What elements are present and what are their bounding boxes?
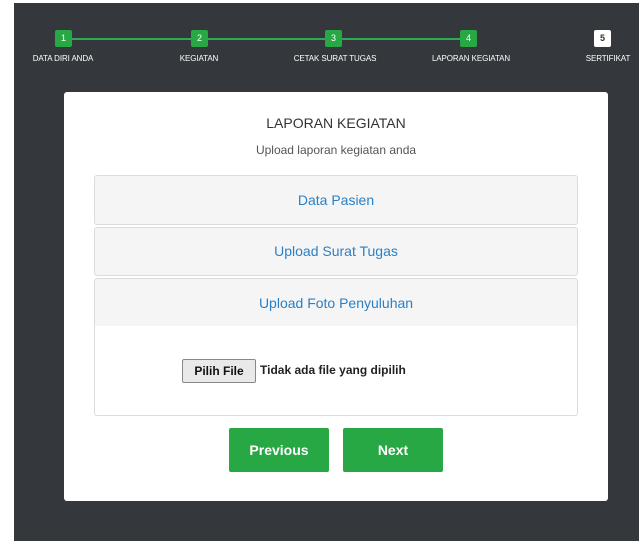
file-status-text: Tidak ada file yang dipilih	[260, 363, 406, 377]
panel-upload-surat-tugas[interactable]: Upload Surat Tugas	[94, 227, 578, 276]
choose-file-button[interactable]: Pilih File	[182, 359, 256, 383]
previous-button[interactable]: Previous	[229, 428, 329, 472]
step-1-label: DATA DIRI ANDA	[32, 54, 94, 63]
panel-data-pasien[interactable]: Data Pasien	[94, 175, 578, 225]
step-2-label: KEGIATAN	[179, 54, 219, 63]
step-4-indicator: 4	[460, 30, 477, 47]
step-2-indicator: 2	[191, 30, 208, 47]
panel-upload-surat-tugas-label[interactable]: Upload Surat Tugas	[274, 243, 398, 259]
step-4-label: LAPORAN KEGIATAN	[431, 54, 511, 63]
upload-foto-panel-body: Pilih File Tidak ada file yang dipilih	[94, 326, 578, 416]
step-1-indicator: 1	[55, 30, 72, 47]
card-title: LAPORAN KEGIATAN	[266, 115, 406, 131]
panel-data-pasien-label[interactable]: Data Pasien	[298, 192, 374, 208]
panel-upload-foto-penyuluhan[interactable]: Upload Foto Penyuluhan	[94, 278, 578, 328]
stepper-line-1-2	[72, 38, 191, 40]
stepper-line-2-3	[208, 38, 326, 40]
next-button[interactable]: Next	[343, 428, 443, 472]
report-card: LAPORAN KEGIATAN Upload laporan kegiatan…	[64, 92, 608, 501]
stepper-line-3-4	[342, 38, 460, 40]
step-5-indicator: 5	[594, 30, 611, 47]
step-3-indicator: 3	[325, 30, 342, 47]
step-5-label: SERTIFIKAT	[585, 54, 631, 63]
card-subtitle: Upload laporan kegiatan anda	[255, 143, 417, 157]
panel-upload-foto-penyuluhan-label[interactable]: Upload Foto Penyuluhan	[259, 295, 413, 311]
step-3-label: CETAK SURAT TUGAS	[293, 54, 377, 63]
